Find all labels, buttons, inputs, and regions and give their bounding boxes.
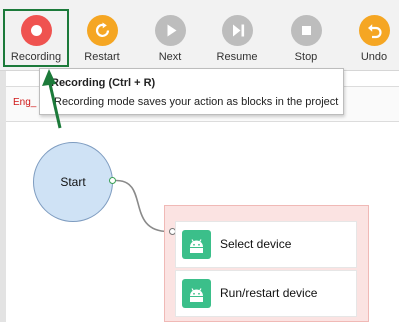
start-node[interactable]: Start xyxy=(33,142,113,222)
undo-icon xyxy=(358,15,390,46)
next-button[interactable]: Next xyxy=(148,2,192,66)
block-label: Run/restart device xyxy=(220,286,318,300)
stop-icon xyxy=(290,15,322,46)
resume-icon xyxy=(221,15,253,46)
recording-tooltip: Recording (Ctrl + R) Recording mode save… xyxy=(39,68,344,115)
stop-button[interactable]: Stop xyxy=(284,2,328,66)
recording-highlight-box xyxy=(3,9,69,67)
restart-label: Restart xyxy=(84,51,120,63)
tooltip-description: Recording mode saves your action as bloc… xyxy=(54,96,339,108)
next-label: Next xyxy=(158,51,182,63)
undo-button[interactable]: Undo xyxy=(352,2,396,66)
block-select-device[interactable]: Select device xyxy=(175,221,357,268)
resume-button[interactable]: Resume xyxy=(214,2,260,66)
android-icon xyxy=(182,230,211,259)
play-icon xyxy=(154,15,186,46)
restart-icon xyxy=(86,15,118,46)
stop-label: Stop xyxy=(294,51,318,63)
tooltip-title: Recording (Ctrl + R) xyxy=(51,77,156,89)
block-run-restart-device[interactable]: Run/restart device xyxy=(175,270,357,317)
start-output-port[interactable] xyxy=(109,177,116,184)
start-node-label: Start xyxy=(60,175,86,189)
android-icon xyxy=(182,279,211,308)
block-label: Select device xyxy=(220,237,292,251)
restart-button[interactable]: Restart xyxy=(80,2,124,66)
undo-label: Undo xyxy=(360,51,388,63)
project-tab[interactable]: Eng_ xyxy=(13,97,36,108)
resume-label: Resume xyxy=(216,51,258,63)
